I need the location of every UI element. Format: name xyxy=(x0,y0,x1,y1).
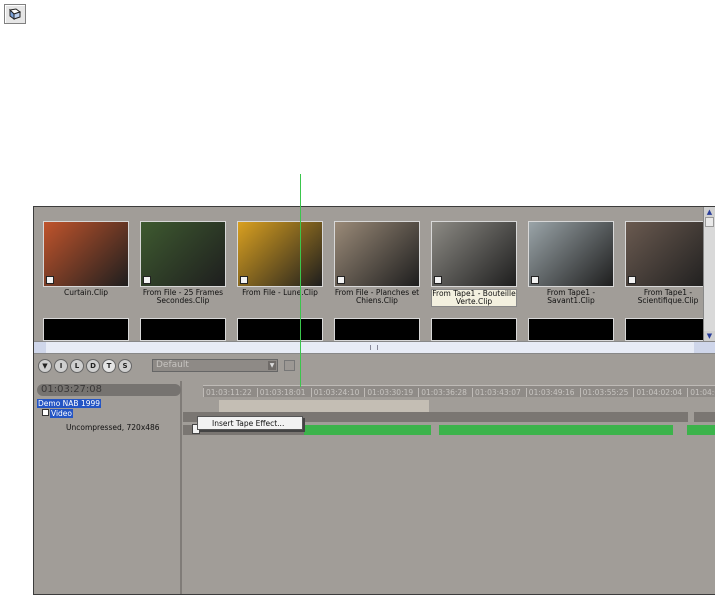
clip-thumbnail[interactable] xyxy=(140,318,226,341)
clip-thumbnail[interactable] xyxy=(334,318,420,341)
hscroll-thumb[interactable] xyxy=(46,342,694,353)
clip-type-icon xyxy=(337,276,345,284)
timeline-toolbar: ▼ I L D T S Default ▼ xyxy=(34,355,715,377)
book-icon xyxy=(8,8,22,20)
playhead[interactable] xyxy=(300,174,301,387)
in-out-range xyxy=(219,400,429,412)
clip-type-icon xyxy=(531,276,539,284)
clip-type-icon xyxy=(628,276,636,284)
clip-item[interactable]: From File - 25 Frames Secondes.Clip xyxy=(140,221,226,305)
video-track-label: Video xyxy=(50,409,74,418)
toolbar-button-l[interactable]: L xyxy=(70,359,84,373)
ruler-tick-label: 01:03:36:28 xyxy=(418,388,467,397)
dropdown-button[interactable]: ▼ xyxy=(38,359,52,373)
clip-label: From Tape1 - Savant1.Clip xyxy=(546,288,596,305)
editor-window: Curtain.Clip From File - 25 Frames Second… xyxy=(33,206,715,595)
clip-segment[interactable] xyxy=(439,425,673,435)
clip-type-icon xyxy=(240,276,248,284)
clip-segment[interactable] xyxy=(687,425,715,435)
scroll-up-icon[interactable]: ▲ xyxy=(704,207,715,217)
scroll-thumb[interactable] xyxy=(705,217,714,227)
clip-thumbnail xyxy=(43,221,129,287)
timecode-display: 01:03:27:08 xyxy=(37,384,181,396)
ruler-tick-label: 01:03:43:07 xyxy=(472,388,521,397)
preset-value: Default xyxy=(156,360,189,370)
save-icon[interactable] xyxy=(284,360,295,371)
toolbar-button-i[interactable]: I xyxy=(54,359,68,373)
clip-item[interactable]: From Tape1 - Scientifique.Clip xyxy=(625,221,703,305)
book-icon-button[interactable] xyxy=(4,4,26,24)
clip-label: From Tape1 - Scientifique.Clip xyxy=(637,288,699,305)
ruler-tick-label: 01:03:49:16 xyxy=(525,388,575,397)
clip-label: From Tape1 - Bouteille Verte.Clip xyxy=(431,289,517,307)
bin-horizontal-scrollbar[interactable] xyxy=(34,341,715,354)
clip-thumbnail xyxy=(431,221,517,287)
clip-item[interactable]: From Tape1 - Savant1.Clip xyxy=(528,221,614,305)
ruler-tick-label: 01:03:30:19 xyxy=(364,388,413,397)
bin-vertical-scrollbar[interactable]: ▲ ▼ xyxy=(703,207,715,341)
clip-item[interactable]: Curtain.Clip xyxy=(43,221,129,297)
preset-select[interactable]: Default ▼ xyxy=(152,359,278,372)
clip-label: From File - 25 Frames Secondes.Clip xyxy=(142,288,224,305)
clip-thumbnail xyxy=(237,221,323,287)
clip-label: From File - Lune.Clip xyxy=(242,288,318,297)
format-label: Uncompressed, 720x486 xyxy=(66,423,160,432)
grip-icon xyxy=(370,345,378,350)
clip-bin: Curtain.Clip From File - 25 Frames Second… xyxy=(34,207,703,341)
clip-segment[interactable] xyxy=(304,425,431,435)
track-panel: 01:03:27:08 Demo NAB 1999 Video Uncompre… xyxy=(34,381,182,594)
clip-label: From File - Planches et Chiens.Clip xyxy=(334,288,420,305)
clip-thumbnail[interactable] xyxy=(43,318,129,341)
toolbar-button-d[interactable]: D xyxy=(86,359,100,373)
ruler-tick-label: 01:04:08 xyxy=(687,388,715,397)
ruler-tick-label: 01:03:11:22 xyxy=(203,388,252,397)
clip-item[interactable]: From File - Planches et Chiens.Clip xyxy=(334,221,420,305)
video-track-node[interactable]: Video xyxy=(42,409,74,418)
chevron-down-icon: ▼ xyxy=(42,362,48,370)
clip-thumbnail xyxy=(625,221,703,287)
clip-thumbnail xyxy=(140,221,226,287)
clip-thumbnail[interactable] xyxy=(625,318,703,341)
clip-thumbnail[interactable] xyxy=(431,318,517,341)
ruler-tick-label: 01:03:24:10 xyxy=(310,388,359,397)
clip-type-icon xyxy=(143,276,151,284)
scroll-down-icon[interactable]: ▼ xyxy=(704,331,715,341)
chevron-down-icon: ▼ xyxy=(268,361,276,370)
ruler-tick-label: 01:03:55:25 xyxy=(579,388,628,397)
clip-type-icon xyxy=(46,276,54,284)
clip-label: Curtain.Clip xyxy=(64,288,108,297)
clip-item[interactable]: From File - Lune.Clip xyxy=(237,221,323,297)
clip-thumbnail xyxy=(528,221,614,287)
collapse-icon[interactable] xyxy=(42,409,49,416)
clip-thumbnail[interactable] xyxy=(528,318,614,341)
clip-thumbnail[interactable] xyxy=(237,318,323,341)
sequence-node[interactable]: Demo NAB 1999 xyxy=(37,399,102,408)
toolbar-button-t[interactable]: T xyxy=(102,359,116,373)
context-menu-item-insert-tape-effect[interactable]: Insert Tape Effect... xyxy=(197,416,303,430)
ruler-tick-label: 01:04:02:04 xyxy=(633,388,682,397)
clip-item[interactable]: From Tape1 - Bouteille Verte.Clip xyxy=(431,221,517,307)
time-ruler[interactable]: 01:03:11:22 01:03:18:01 01:03:24:10 01:03:3… xyxy=(203,385,715,397)
toolbar-button-s[interactable]: S xyxy=(118,359,132,373)
band-gap xyxy=(688,412,694,422)
timeline-area[interactable]: 01:03:11:22 01:03:18:01 01:03:24:10 01:03:3… xyxy=(183,381,715,594)
ruler-tick-label: 01:03:18:01 xyxy=(256,388,306,397)
clip-thumbnail xyxy=(334,221,420,287)
clip-type-icon xyxy=(434,276,442,284)
